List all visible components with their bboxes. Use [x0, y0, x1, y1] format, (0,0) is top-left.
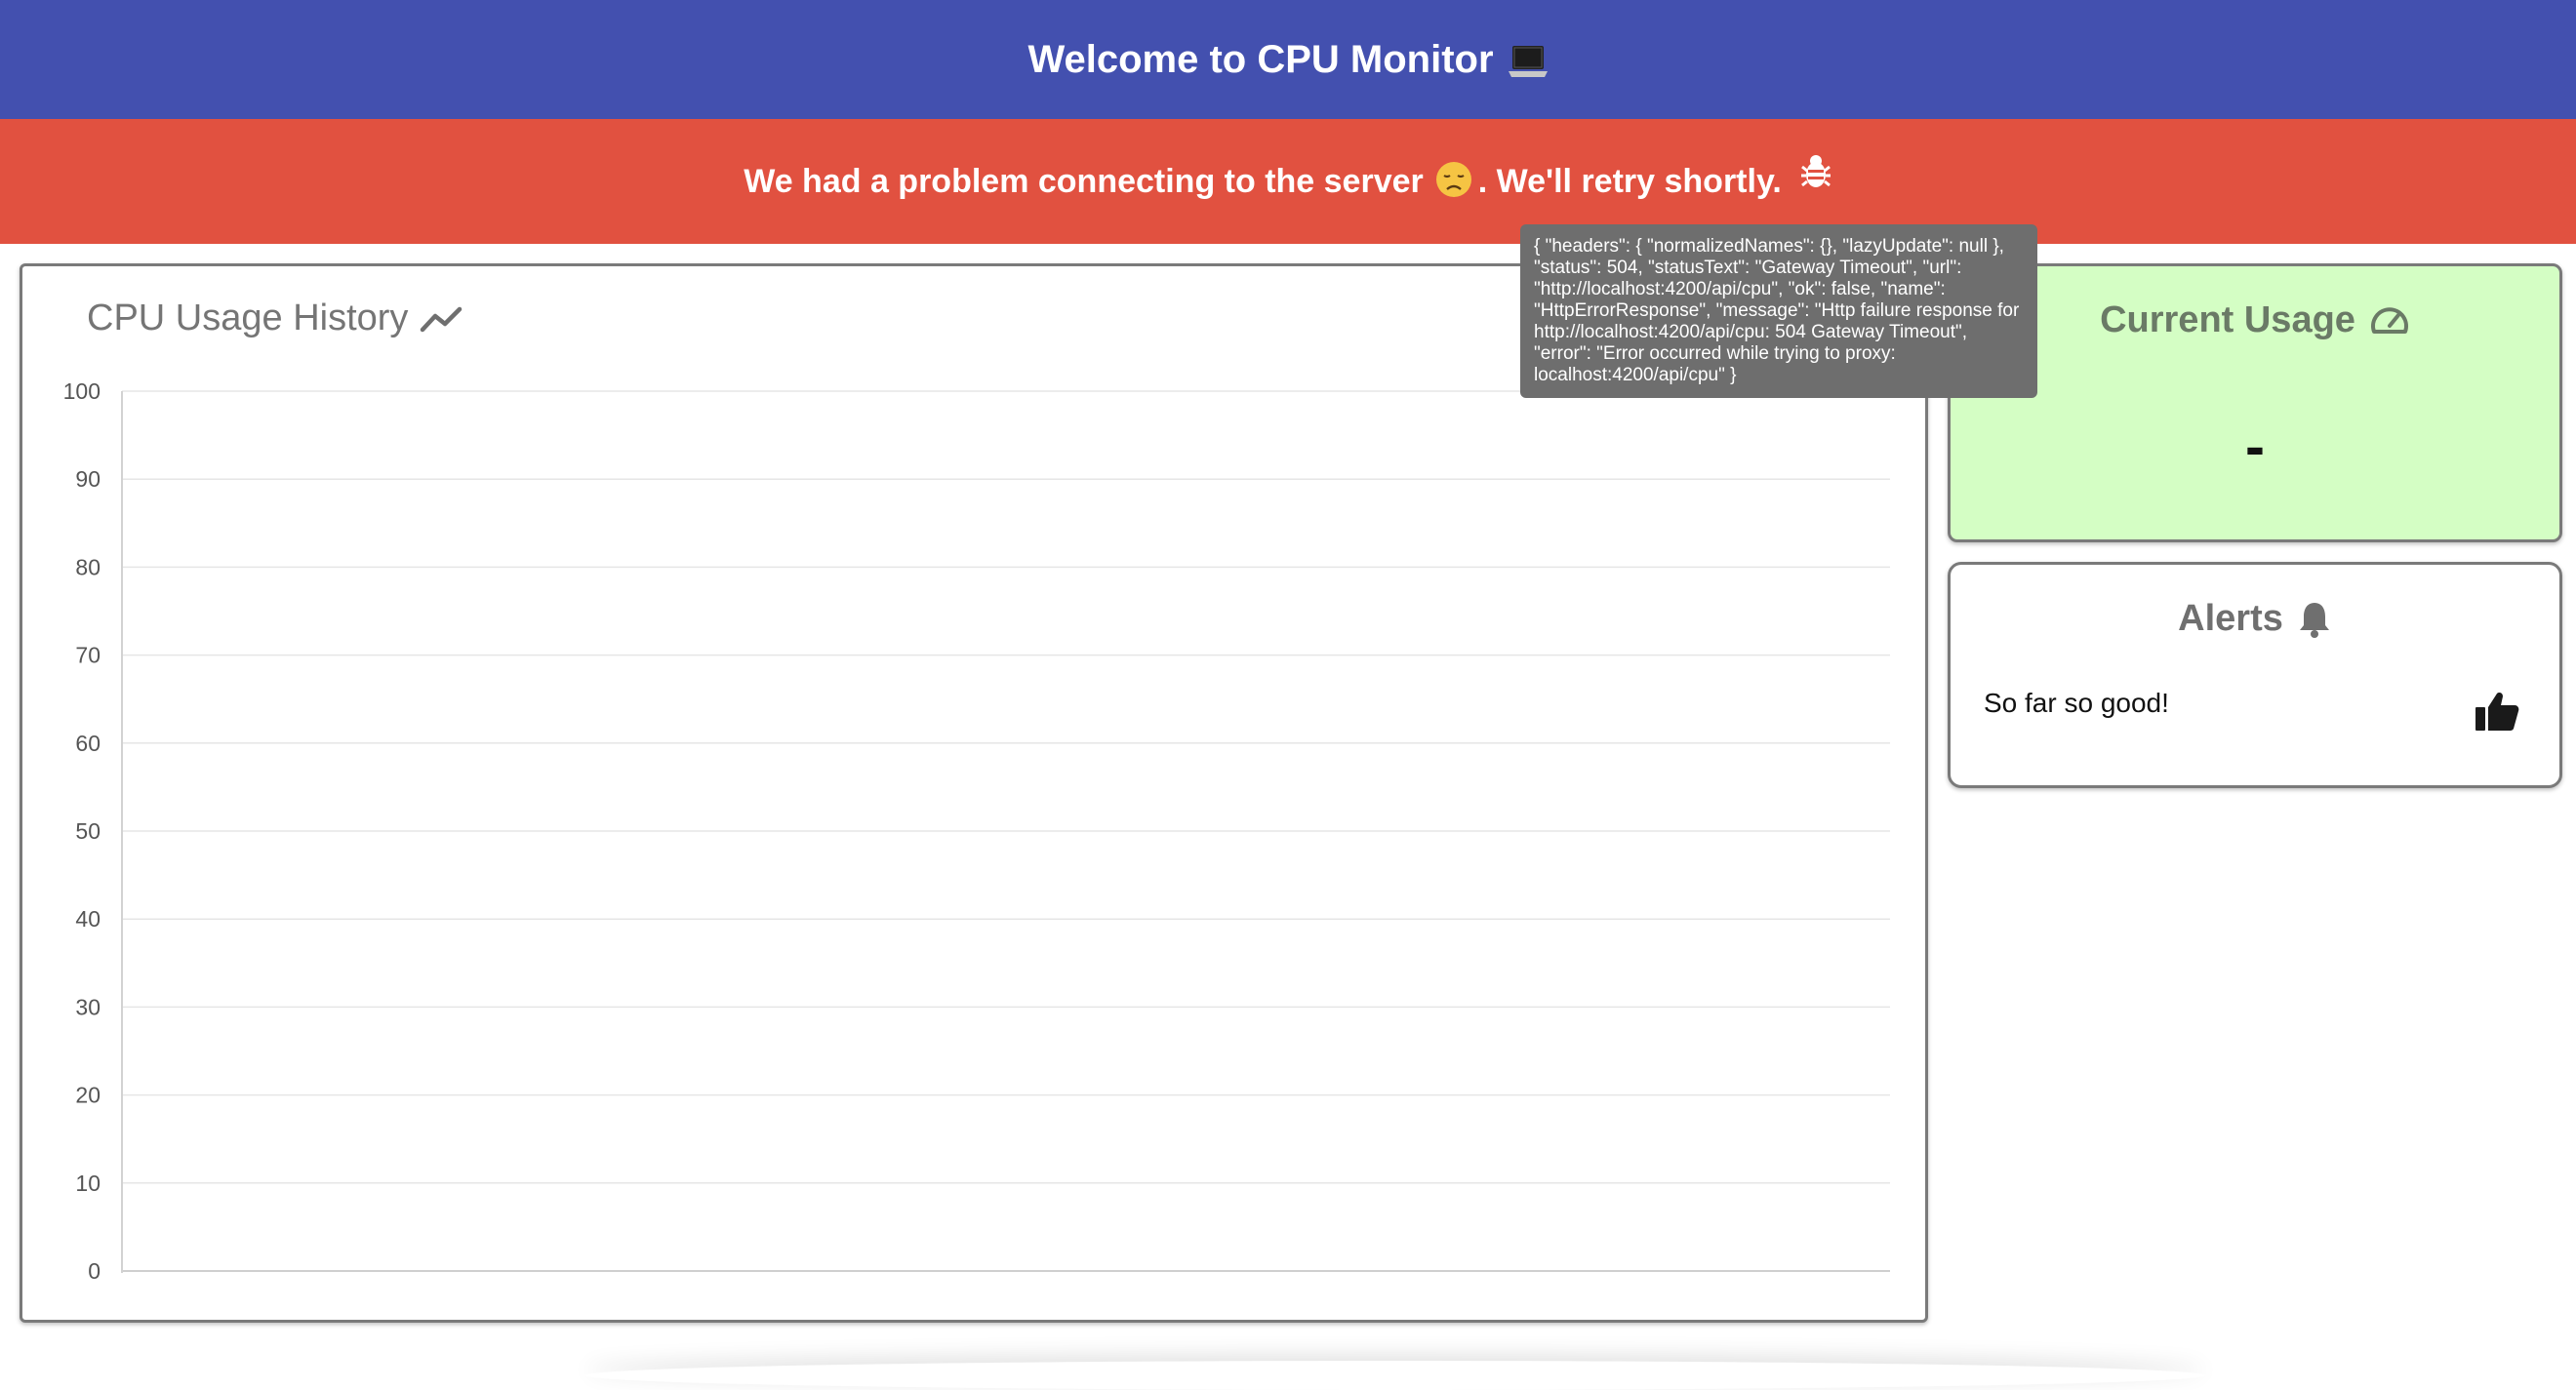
alerts-title: Alerts — [1951, 598, 2559, 640]
y-tick-label: 100 — [63, 378, 101, 404]
sad-face-icon — [1435, 161, 1472, 198]
y-tick-label: 50 — [75, 818, 101, 844]
current-usage-title: Current Usage — [1951, 299, 2559, 341]
alerts-card: Alerts So far so good! — [1948, 562, 2562, 788]
footer-shadow — [585, 1361, 2205, 1390]
current-usage-title-text: Current Usage — [2100, 299, 2355, 340]
bell-icon — [2299, 602, 2329, 638]
cpu-history-card: CPU Usage History 100 90 80 70 60 50 40 30 20 10 0 — [20, 263, 1928, 1323]
y-tick-label: 0 — [88, 1258, 101, 1284]
y-tick-label: 20 — [75, 1083, 101, 1108]
y-tick-label: 40 — [75, 906, 101, 932]
connection-error-banner: We had a problem connecting to the serve… — [0, 119, 2576, 244]
current-usage-card: Current Usage - — [1948, 263, 2562, 542]
banner-message-start: We had a problem connecting to the serve… — [744, 162, 1424, 200]
y-tick-label: 70 — [75, 643, 101, 668]
speedometer-icon — [2370, 306, 2408, 334]
y-tick-label: 80 — [75, 554, 101, 579]
alerts-title-text: Alerts — [2178, 598, 2283, 639]
error-tooltip: { "headers": { "normalizedNames": {}, "l… — [1520, 224, 2037, 398]
app-title: Welcome to CPU Monitor — [1027, 37, 1494, 81]
banner-message-end: . We'll retry shortly. — [1477, 162, 1782, 200]
cpu-usage-chart: 1009080706050403020100 — [63, 378, 1890, 1284]
thumbs-up-icon — [2475, 693, 2519, 731]
alerts-message: So far so good! — [1984, 688, 2169, 718]
bug-icon[interactable] — [1799, 153, 1832, 190]
current-usage-value: - — [2245, 414, 2265, 479]
app-header: Welcome to CPU Monitor — [0, 0, 2576, 119]
laptop-icon — [1508, 44, 1549, 79]
y-tick-label: 60 — [75, 731, 101, 756]
y-tick-label: 90 — [75, 466, 101, 492]
y-tick-label: 10 — [75, 1171, 101, 1196]
y-tick-label: 30 — [75, 994, 101, 1019]
